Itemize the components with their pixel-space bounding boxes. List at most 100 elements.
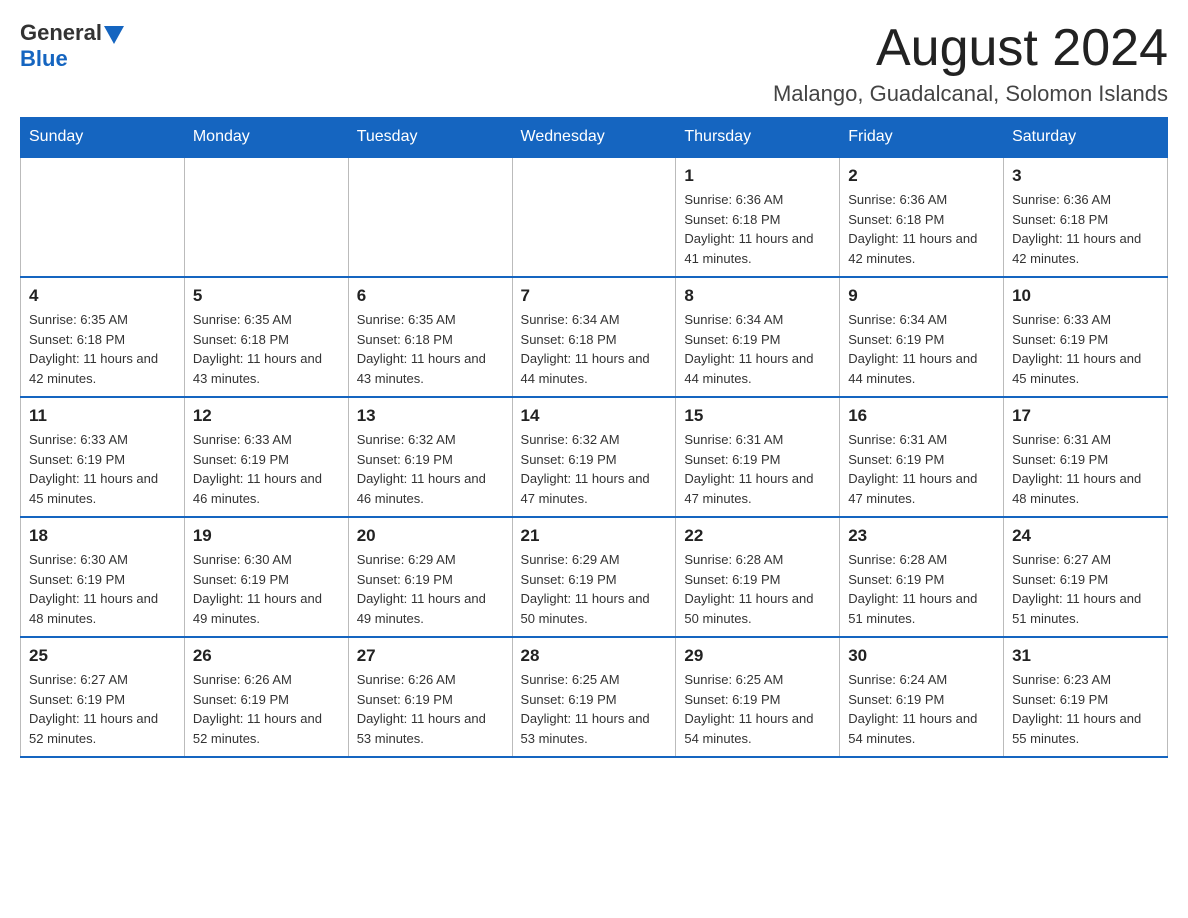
calendar-cell: 28 Sunrise: 6:25 AM Sunset: 6:19 PM Dayli… bbox=[512, 637, 676, 757]
calendar-cell: 13 Sunrise: 6:32 AM Sunset: 6:19 PM Dayli… bbox=[348, 397, 512, 517]
calendar-cell: 26Sunrise: 6:26 AM Sunset: 6:19 PM Dayli… bbox=[184, 637, 348, 757]
day-info: Sunrise: 6:35 AM Sunset: 6:18 PM Dayligh… bbox=[29, 310, 176, 388]
day-number: 6 bbox=[357, 286, 504, 306]
calendar-cell: 11 Sunrise: 6:33 AM Sunset: 6:19 PM Dayli… bbox=[21, 397, 185, 517]
day-number: 14 bbox=[521, 406, 668, 426]
calendar-cell: 6 Sunrise: 6:35 AM Sunset: 6:18 PM Daylig… bbox=[348, 277, 512, 397]
day-info: Sunrise: 6:32 AM Sunset: 6:19 PM Dayligh… bbox=[521, 430, 668, 508]
day-number: 23 bbox=[848, 526, 995, 546]
day-info: Sunrise: 6:33 AM Sunset: 6:19 PM Dayligh… bbox=[193, 430, 340, 508]
calendar-cell: 19 Sunrise: 6:30 AM Sunset: 6:19 PM Dayli… bbox=[184, 517, 348, 637]
calendar-cell: 31 Sunrise: 6:23 AM Sunset: 6:19 PM Dayli… bbox=[1004, 637, 1168, 757]
day-number: 2 bbox=[848, 166, 995, 186]
day-info: Sunrise: 6:34 AM Sunset: 6:19 PM Dayligh… bbox=[684, 310, 831, 388]
title-block: August 2024 Malango, Guadalcanal, Solomo… bbox=[773, 20, 1168, 107]
calendar-cell: 20 Sunrise: 6:29 AM Sunset: 6:19 PM Dayli… bbox=[348, 517, 512, 637]
day-info: Sunrise: 6:32 AM Sunset: 6:19 PM Dayligh… bbox=[357, 430, 504, 508]
calendar-cell: 15 Sunrise: 6:31 AM Sunset: 6:19 PM Dayli… bbox=[676, 397, 840, 517]
day-info: Sunrise: 6:30 AM Sunset: 6:19 PM Dayligh… bbox=[29, 550, 176, 628]
calendar-header-row: SundayMondayTuesdayWednesdayThursdayFrid… bbox=[21, 118, 1168, 158]
day-info: Sunrise: 6:35 AM Sunset: 6:18 PM Dayligh… bbox=[357, 310, 504, 388]
calendar-cell: 23 Sunrise: 6:28 AM Sunset: 6:19 PM Dayli… bbox=[840, 517, 1004, 637]
day-info: Sunrise: 6:24 AM Sunset: 6:19 PM Dayligh… bbox=[848, 670, 995, 748]
calendar-header-friday: Friday bbox=[840, 118, 1004, 158]
calendar-week-3: 11 Sunrise: 6:33 AM Sunset: 6:19 PM Dayli… bbox=[21, 397, 1168, 517]
calendar-cell: 14 Sunrise: 6:32 AM Sunset: 6:19 PM Dayli… bbox=[512, 397, 676, 517]
calendar-cell bbox=[512, 157, 676, 277]
day-number: 24 bbox=[1012, 526, 1159, 546]
day-info: Sunrise: 6:29 AM Sunset: 6:19 PM Dayligh… bbox=[357, 550, 504, 628]
calendar-header-thursday: Thursday bbox=[676, 118, 840, 158]
calendar-cell: 30 Sunrise: 6:24 AM Sunset: 6:19 PM Dayli… bbox=[840, 637, 1004, 757]
day-info: Sunrise: 6:31 AM Sunset: 6:19 PM Dayligh… bbox=[1012, 430, 1159, 508]
day-number: 18 bbox=[29, 526, 176, 546]
calendar-header-sunday: Sunday bbox=[21, 118, 185, 158]
day-info: Sunrise: 6:30 AM Sunset: 6:19 PM Dayligh… bbox=[193, 550, 340, 628]
day-number: 20 bbox=[357, 526, 504, 546]
day-info: Sunrise: 6:28 AM Sunset: 6:19 PM Dayligh… bbox=[848, 550, 995, 628]
calendar-week-5: 25 Sunrise: 6:27 AM Sunset: 6:19 PM Dayli… bbox=[21, 637, 1168, 757]
day-info: Sunrise: 6:25 AM Sunset: 6:19 PM Dayligh… bbox=[684, 670, 831, 748]
day-number: 21 bbox=[521, 526, 668, 546]
calendar-header-saturday: Saturday bbox=[1004, 118, 1168, 158]
day-info: Sunrise: 6:33 AM Sunset: 6:19 PM Dayligh… bbox=[1012, 310, 1159, 388]
calendar-cell: 21 Sunrise: 6:29 AM Sunset: 6:19 PM Dayli… bbox=[512, 517, 676, 637]
day-number: 3 bbox=[1012, 166, 1159, 186]
calendar-table: SundayMondayTuesdayWednesdayThursdayFrid… bbox=[20, 117, 1168, 758]
calendar-cell: 25 Sunrise: 6:27 AM Sunset: 6:19 PM Dayli… bbox=[21, 637, 185, 757]
day-info: Sunrise: 6:36 AM Sunset: 6:18 PM Dayligh… bbox=[848, 190, 995, 268]
day-info: Sunrise: 6:31 AM Sunset: 6:19 PM Dayligh… bbox=[684, 430, 831, 508]
calendar-cell: 27 Sunrise: 6:26 AM Sunset: 6:19 PM Dayli… bbox=[348, 637, 512, 757]
day-number: 31 bbox=[1012, 646, 1159, 666]
logo-blue-text: Blue bbox=[20, 46, 68, 72]
day-info: Sunrise: 6:29 AM Sunset: 6:19 PM Dayligh… bbox=[521, 550, 668, 628]
day-number: 7 bbox=[521, 286, 668, 306]
day-number: 25 bbox=[29, 646, 176, 666]
calendar-header-wednesday: Wednesday bbox=[512, 118, 676, 158]
day-info: Sunrise: 6:25 AM Sunset: 6:19 PM Dayligh… bbox=[521, 670, 668, 748]
day-number: 10 bbox=[1012, 286, 1159, 306]
calendar-cell: 22Sunrise: 6:28 AM Sunset: 6:19 PM Dayli… bbox=[676, 517, 840, 637]
day-number: 15 bbox=[684, 406, 831, 426]
location-subtitle: Malango, Guadalcanal, Solomon Islands bbox=[773, 81, 1168, 107]
day-number: 22 bbox=[684, 526, 831, 546]
calendar-cell: 17Sunrise: 6:31 AM Sunset: 6:19 PM Dayli… bbox=[1004, 397, 1168, 517]
calendar-cell bbox=[184, 157, 348, 277]
day-info: Sunrise: 6:31 AM Sunset: 6:19 PM Dayligh… bbox=[848, 430, 995, 508]
calendar-cell: 10 Sunrise: 6:33 AM Sunset: 6:19 PM Dayli… bbox=[1004, 277, 1168, 397]
day-info: Sunrise: 6:27 AM Sunset: 6:19 PM Dayligh… bbox=[29, 670, 176, 748]
day-number: 1 bbox=[684, 166, 831, 186]
calendar-cell: 3Sunrise: 6:36 AM Sunset: 6:18 PM Daylig… bbox=[1004, 157, 1168, 277]
calendar-cell: 1Sunrise: 6:36 AM Sunset: 6:18 PM Daylig… bbox=[676, 157, 840, 277]
day-number: 29 bbox=[684, 646, 831, 666]
day-number: 26 bbox=[193, 646, 340, 666]
day-number: 30 bbox=[848, 646, 995, 666]
day-info: Sunrise: 6:26 AM Sunset: 6:19 PM Dayligh… bbox=[357, 670, 504, 748]
calendar-cell bbox=[21, 157, 185, 277]
day-number: 27 bbox=[357, 646, 504, 666]
day-info: Sunrise: 6:35 AM Sunset: 6:18 PM Dayligh… bbox=[193, 310, 340, 388]
day-number: 5 bbox=[193, 286, 340, 306]
calendar-week-1: 1 Sunrise: 6:36 AM Sunset: 6:18 PM Daylig… bbox=[21, 157, 1168, 277]
day-number: 12 bbox=[193, 406, 340, 426]
day-info: Sunrise: 6:23 AM Sunset: 6:19 PM Dayligh… bbox=[1012, 670, 1159, 748]
day-number: 13 bbox=[357, 406, 504, 426]
month-year-title: August 2024 bbox=[773, 20, 1168, 77]
calendar-cell: 2 Sunrise: 6:36 AM Sunset: 6:18 PM Daylig… bbox=[840, 157, 1004, 277]
day-number: 19 bbox=[193, 526, 340, 546]
calendar-cell: 5 Sunrise: 6:35 AM Sunset: 6:18 PM Daylig… bbox=[184, 277, 348, 397]
day-number: 16 bbox=[848, 406, 995, 426]
logo: General Blue bbox=[20, 20, 124, 72]
calendar-cell: 8Sunrise: 6:34 AM Sunset: 6:19 PM Daylig… bbox=[676, 277, 840, 397]
day-number: 11 bbox=[29, 406, 176, 426]
calendar-cell: 18 Sunrise: 6:30 AM Sunset: 6:19 PM Dayli… bbox=[21, 517, 185, 637]
day-info: Sunrise: 6:33 AM Sunset: 6:19 PM Dayligh… bbox=[29, 430, 176, 508]
logo-general-text: General bbox=[20, 20, 102, 46]
calendar-cell: 29 Sunrise: 6:25 AM Sunset: 6:19 PM Dayli… bbox=[676, 637, 840, 757]
calendar-cell bbox=[348, 157, 512, 277]
calendar-cell: 24Sunrise: 6:27 AM Sunset: 6:19 PM Dayli… bbox=[1004, 517, 1168, 637]
calendar-week-2: 4Sunrise: 6:35 AM Sunset: 6:18 PM Daylig… bbox=[21, 277, 1168, 397]
day-number: 28 bbox=[521, 646, 668, 666]
calendar-header-tuesday: Tuesday bbox=[348, 118, 512, 158]
calendar-cell: 7Sunrise: 6:34 AM Sunset: 6:18 PM Daylig… bbox=[512, 277, 676, 397]
